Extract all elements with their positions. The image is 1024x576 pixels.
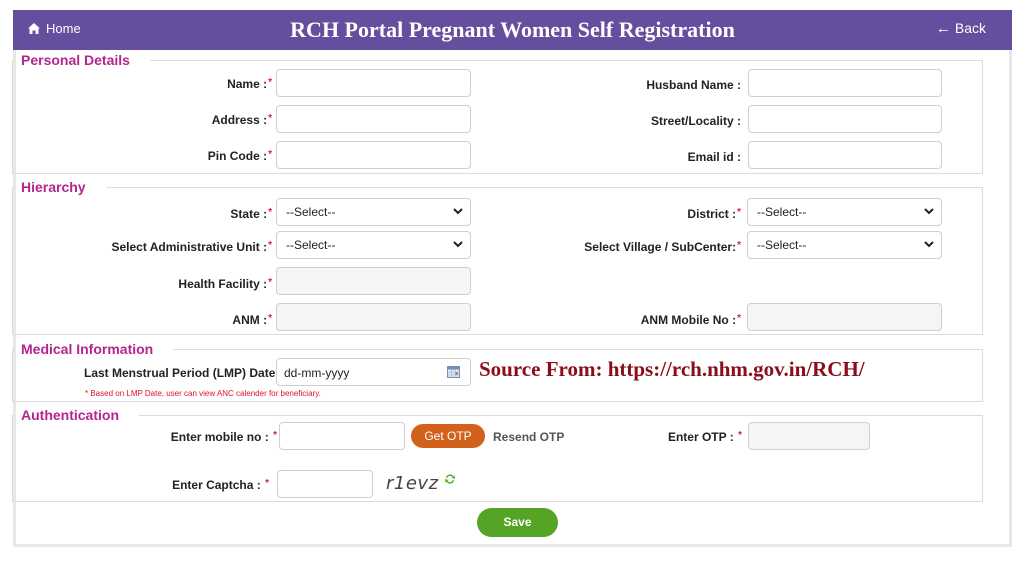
mobile-no-input[interactable] — [279, 422, 405, 450]
state-label: State :* — [230, 207, 272, 221]
chevron-down-icon — [924, 208, 934, 215]
admin-unit-select[interactable]: --Select-- — [276, 231, 471, 259]
lmp-note: * Based on LMP Date, user can view ANC c… — [85, 389, 321, 398]
health-facility-input[interactable] — [276, 267, 471, 295]
husband-name-input[interactable] — [748, 69, 942, 97]
pin-code-input[interactable] — [276, 141, 471, 169]
district-select[interactable]: --Select-- — [747, 198, 942, 226]
state-selected: --Select-- — [286, 205, 336, 219]
captcha-image: r1evz — [386, 473, 439, 494]
back-label: Back — [954, 20, 986, 36]
get-otp-button[interactable]: Get OTP — [411, 424, 485, 448]
anm-mobile-input[interactable] — [747, 303, 942, 331]
lmp-date-placeholder: dd-mm-yyyy — [284, 366, 350, 380]
anm-input[interactable] — [276, 303, 471, 331]
district-label: District :* — [687, 207, 741, 221]
anm-mobile-label: ANM Mobile No :* — [640, 313, 741, 327]
email-input[interactable] — [748, 141, 942, 169]
email-label: Email id : — [687, 150, 741, 164]
address-input[interactable] — [276, 105, 471, 133]
back-arrow-icon: ← — [935, 20, 951, 37]
refresh-captcha-icon[interactable] — [444, 473, 456, 485]
medical-information-legend: Medical Information — [21, 341, 154, 357]
personal-details-legend: Personal Details — [21, 52, 130, 68]
village-select[interactable]: --Select-- — [747, 231, 942, 259]
chevron-down-icon — [453, 241, 463, 248]
husband-name-label: Husband Name : — [646, 78, 741, 92]
address-label: Address :* — [211, 113, 272, 127]
village-label: Select Village / SubCenter:* — [584, 240, 741, 254]
admin-unit-selected: --Select-- — [286, 238, 336, 252]
authentication-legend: Authentication — [21, 407, 119, 423]
chevron-down-icon — [924, 241, 934, 248]
health-facility-label: Health Facility :* — [178, 277, 272, 291]
calendar-icon[interactable] — [447, 366, 460, 378]
name-input[interactable] — [276, 69, 471, 97]
save-button[interactable]: Save — [477, 508, 558, 537]
page-title: RCH Portal Pregnant Women Self Registrat… — [290, 17, 735, 42]
street-locality-label: Street/Locality : — [650, 114, 741, 128]
village-selected: --Select-- — [757, 238, 807, 252]
otp-label: Enter OTP : * — [667, 430, 742, 444]
anm-label: ANM :* — [232, 313, 272, 327]
chevron-down-icon — [453, 208, 463, 215]
captcha-label: Enter Captcha : * — [172, 478, 269, 492]
lmp-date-label: Last Menstrual Period (LMP) Date : — [84, 366, 283, 380]
page-header: Home RCH Portal Pregnant Women Self Regi… — [13, 10, 1012, 50]
back-link[interactable]: ← Back — [936, 20, 986, 37]
otp-input[interactable] — [748, 422, 870, 450]
captcha-input[interactable] — [277, 470, 373, 498]
hierarchy-legend: Hierarchy — [21, 179, 86, 195]
admin-unit-label: Select Administrative Unit :* — [111, 240, 273, 254]
pin-code-label: Pin Code :* — [207, 149, 272, 163]
name-label: Name :* — [227, 77, 272, 91]
street-locality-input[interactable] — [748, 105, 942, 133]
lmp-date-input[interactable]: dd-mm-yyyy — [276, 358, 471, 386]
resend-otp-link[interactable]: Resend OTP — [493, 430, 564, 444]
state-select[interactable]: --Select-- — [276, 198, 471, 226]
district-selected: --Select-- — [757, 205, 807, 219]
source-watermark: Source From: https://rch.nhm.gov.in/RCH/ — [479, 357, 865, 381]
mobile-no-label: Enter mobile no : * — [170, 430, 277, 444]
